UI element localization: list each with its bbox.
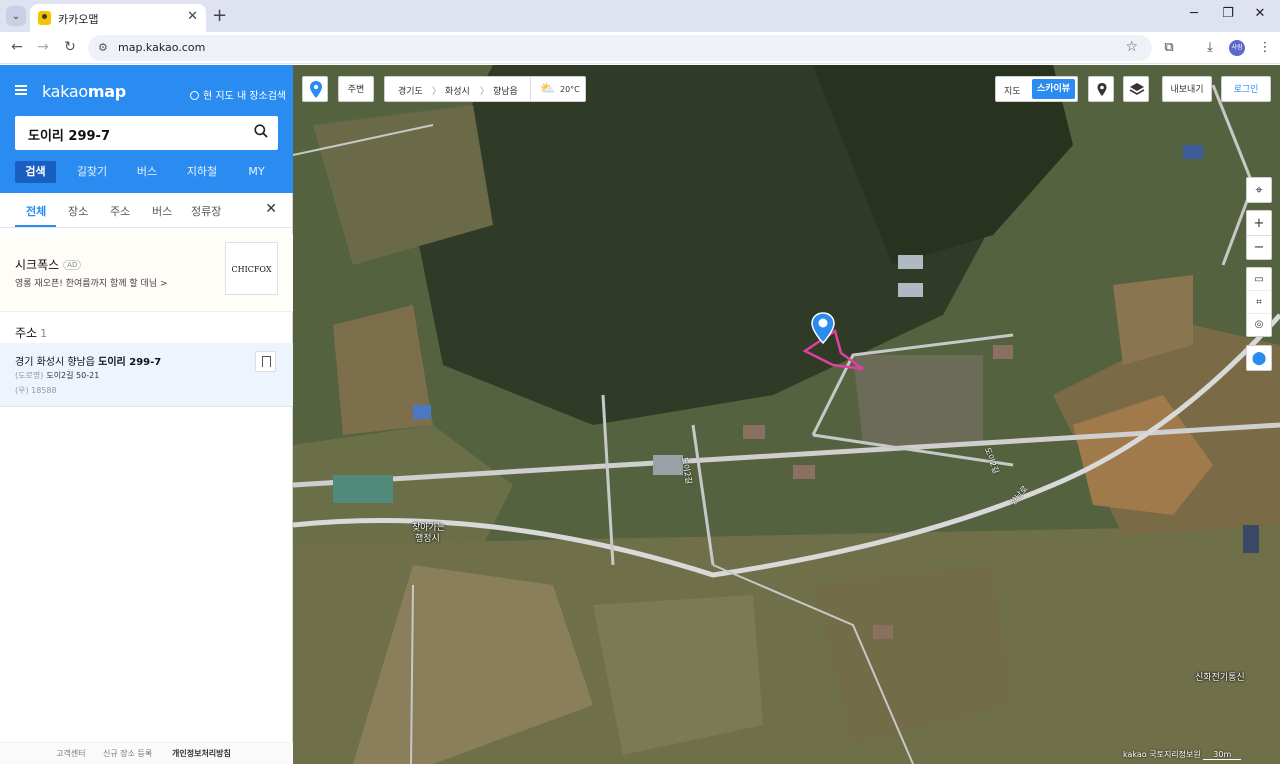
close-results-icon[interactable]: ✕ (265, 201, 277, 217)
address-bar[interactable]: ⚙ map.kakao.com ☆ (88, 35, 1152, 61)
profile-avatar[interactable]: 사람 (1229, 40, 1245, 56)
chevron-right-icon: 〉 (480, 87, 490, 97)
ruler-icon[interactable]: ▭ (1247, 268, 1271, 291)
close-window-icon[interactable]: ✕ (1250, 6, 1270, 21)
site-info-icon[interactable]: ⚙ (98, 41, 108, 54)
address-result-item[interactable]: 경기 화성시 향남읍 도이리 299-7 (도로명) 도이2길 50-21 (우)… (0, 343, 293, 407)
tab-bus[interactable]: 버스 (127, 161, 167, 183)
subtab-address[interactable]: 주소 (110, 203, 130, 219)
zoom-in-icon[interactable]: + (1247, 211, 1271, 236)
subtab-bus-stop[interactable]: 정류장 (191, 203, 221, 219)
place-marker-icon (310, 81, 322, 98)
bookmark-star-icon[interactable]: ☆ (1125, 39, 1138, 55)
ad-badge: AD (63, 260, 82, 270)
tab-search[interactable]: 검색 (15, 161, 56, 183)
map-label-shop[interactable]: 신화전기통신 (1195, 670, 1245, 683)
extensions-icon[interactable]: ⧉ (1160, 40, 1178, 55)
address-section-heading: 주소 1 (15, 326, 48, 340)
weather-temperature: 20°C (560, 85, 580, 94)
footer-register-place[interactable]: 신규 장소 등록 (103, 748, 152, 759)
panel-footer: 고객센터 신규 장소 등록 개인정보처리방침 (0, 742, 293, 764)
map-type-switch: 지도 스카이뷰 (995, 76, 1078, 102)
search-input[interactable]: 도이리 299-7 (15, 116, 278, 150)
region-town[interactable]: 향남읍 (493, 84, 518, 97)
kakaomap-logo[interactable]: kakaomap (42, 82, 126, 101)
new-tab-icon[interactable]: + (212, 5, 227, 26)
bookmark-icon[interactable] (255, 351, 276, 372)
weather-partly-cloudy-icon: ⛅ (540, 81, 555, 95)
nearby-button[interactable]: 주변 (338, 76, 374, 102)
download-icon[interactable]: ⤓ (1201, 40, 1219, 55)
my-place-button[interactable] (302, 76, 328, 102)
tab-close-icon[interactable]: ✕ (187, 9, 198, 24)
more-menu-icon[interactable]: ⋮ (1256, 40, 1274, 55)
roadview-pin-icon (1097, 83, 1107, 96)
zip-code: (우) 18588 (15, 386, 57, 395)
ad-title[interactable]: 시크폭스 AD (15, 256, 82, 273)
map-scale: 30m (1203, 750, 1242, 760)
region-city[interactable]: 화성시 (445, 84, 470, 97)
browser-tabbar: ⌄ 카카오맵 ✕ + ─ ❐ ✕ (0, 0, 1280, 32)
skyview-map[interactable]: 주변 경기도 〉 화성시 〉 향남읍 ⛅ 20°C 지도 스카이뷰 내보내기 로… (293, 65, 1280, 764)
zoom-control: + − (1246, 210, 1272, 260)
ad-banner[interactable]: 시크폭스 AD 영롱 재오픈! 한여름까지 함께 할 데님 > CHICFOX (0, 234, 293, 312)
region-breadcrumb: 경기도 〉 화성시 〉 향남읍 ⛅ 20°C (384, 76, 586, 102)
region-divider (530, 77, 531, 101)
chevron-right-icon: 〉 (432, 87, 442, 97)
search-value[interactable]: 도이리 299-7 (28, 125, 110, 144)
layers-button[interactable] (1123, 76, 1149, 102)
search-icon[interactable] (254, 124, 268, 138)
browser-toolbar: ← → ↻ ⚙ map.kakao.com ☆ ⧉ ⤓ 사람 ⋮ (0, 32, 1280, 64)
in-map-search-toggle[interactable]: 현 지도 내 장소검색 (190, 87, 286, 102)
location-pin-icon[interactable] (811, 312, 835, 344)
address-main[interactable]: 경기 화성시 향남읍 도이리 299-7 (15, 353, 161, 368)
subtab-bus[interactable]: 버스 (152, 203, 172, 219)
area-measure-icon[interactable]: ⌗ (1247, 291, 1271, 314)
tab-search-chevron-icon[interactable]: ⌄ (6, 6, 26, 26)
footer-customer-center[interactable]: 고객센터 (56, 748, 85, 759)
map-label-civic-center-2[interactable]: 행정시 (415, 531, 440, 544)
maptype-map[interactable]: 지도 (1004, 84, 1021, 97)
export-button[interactable]: 내보내기 (1162, 76, 1212, 102)
forward-icon[interactable]: → (34, 39, 52, 55)
address-url[interactable]: map.kakao.com (118, 41, 205, 54)
maptype-skyview[interactable]: 스카이뷰 (1032, 79, 1075, 99)
roadview-button[interactable] (1088, 76, 1114, 102)
my-location-icon[interactable]: ⌖ (1246, 177, 1272, 203)
result-tabs: 전체 장소 주소 버스 정류장 ✕ (0, 193, 293, 228)
subtab-all[interactable]: 전체 (26, 203, 46, 219)
place-pin-icon[interactable]: ⬤ (1246, 345, 1272, 371)
active-tab-indicator (15, 225, 56, 227)
kakaomap-favicon-icon (38, 11, 51, 25)
zoom-out-icon[interactable]: − (1247, 236, 1271, 260)
reload-icon[interactable]: ↻ (61, 39, 79, 55)
radius-measure-icon[interactable]: ◎ (1247, 314, 1271, 336)
subtab-place[interactable]: 장소 (68, 203, 88, 219)
map-tools: ▭ ⌗ ◎ (1246, 267, 1272, 337)
region-province[interactable]: 경기도 (398, 84, 423, 97)
tab-my[interactable]: MY (239, 161, 274, 183)
ad-description[interactable]: 영롱 재오픈! 한여름까지 함께 할 데님 > (15, 276, 168, 289)
minimize-icon[interactable]: ─ (1184, 6, 1204, 21)
radio-icon (190, 91, 199, 100)
search-panel: kakaomap 현 지도 내 장소검색 도이리 299-7 검색 길찾기 버스… (0, 65, 293, 764)
tab-title: 카카오맵 (58, 13, 99, 26)
satellite-imagery (293, 65, 1280, 764)
browser-tab[interactable]: 카카오맵 ✕ (30, 4, 206, 32)
back-icon[interactable]: ← (8, 39, 26, 55)
login-button[interactable]: 로그인 (1221, 76, 1271, 102)
footer-privacy[interactable]: 개인정보처리방침 (172, 748, 231, 759)
layers-icon (1129, 83, 1145, 95)
restore-icon[interactable]: ❐ (1218, 6, 1238, 21)
tab-subway[interactable]: 지하철 (180, 161, 224, 183)
ad-logo[interactable]: CHICFOX (225, 242, 278, 295)
road-address: (도로명) 도이2길 50-21 (15, 371, 100, 380)
map-copyright: kakao 국토지리정보원 30m (1123, 749, 1242, 760)
address-count: 1 (40, 327, 48, 340)
menu-icon[interactable] (15, 85, 27, 95)
tab-directions[interactable]: 길찾기 (67, 161, 117, 183)
panel-header: kakaomap 현 지도 내 장소검색 도이리 299-7 검색 길찾기 버스… (0, 65, 293, 193)
